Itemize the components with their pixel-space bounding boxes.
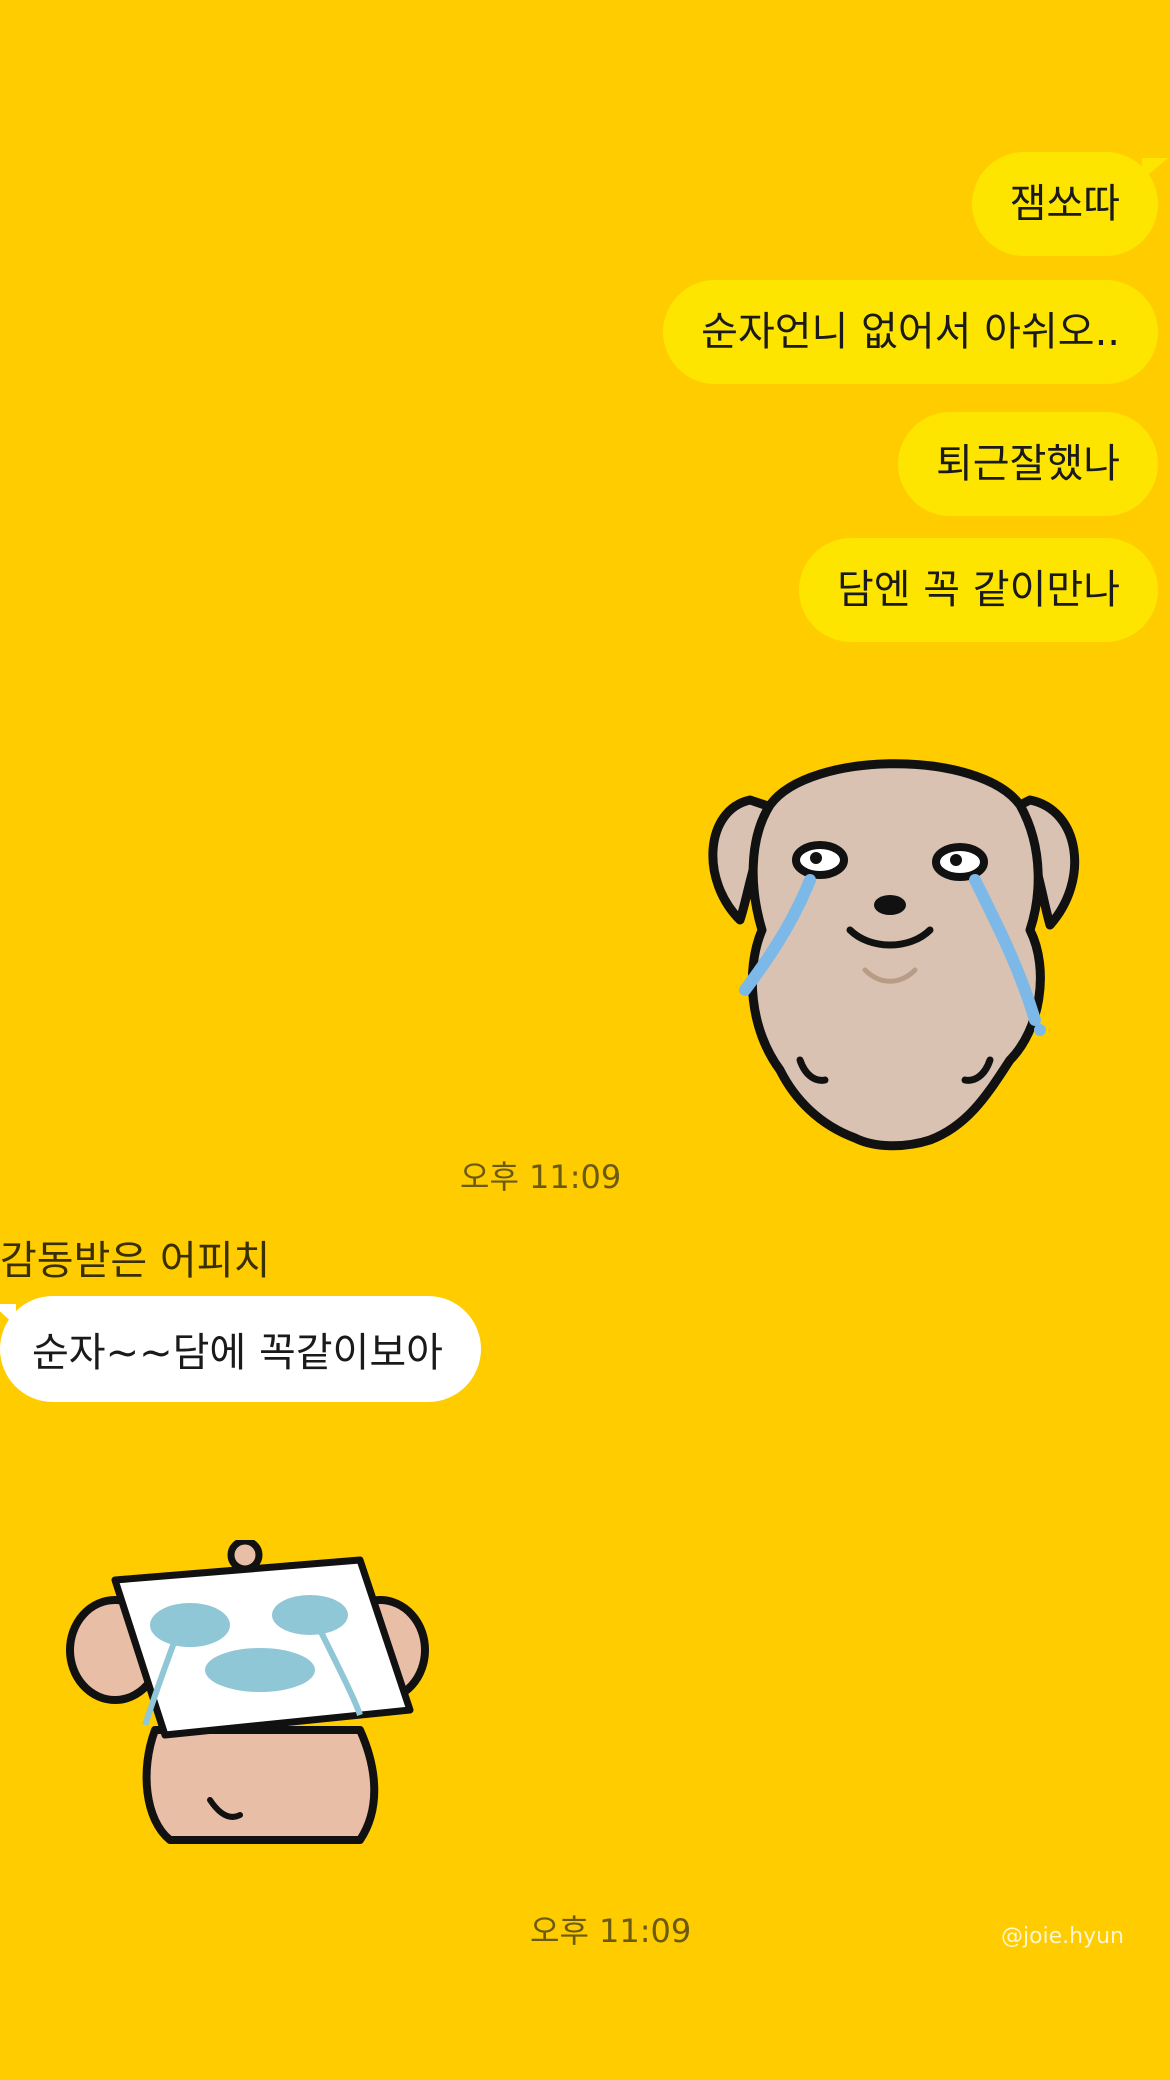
timestamp: 오후 11:09 — [460, 1158, 622, 1196]
chat-area: 잼쏘따 순자언니 없어서 아쉬오.. 퇴근잘했나 담엔 꼭 같이만나 오후 11… — [0, 0, 1170, 2080]
crying-puppy-sticker[interactable] — [690, 730, 1100, 1160]
puppy-with-paper-on-face-sticker[interactable] — [60, 1537, 440, 1850]
outgoing-message-bubble[interactable]: 순자언니 없어서 아쉬오.. — [663, 280, 1158, 384]
outgoing-message-bubble[interactable]: 담엔 꼭 같이만나 — [798, 538, 1158, 642]
message-text: 순자~~담에 꼭같이보아 — [32, 1330, 443, 1376]
message-text: 잼쏘따 — [1009, 181, 1120, 227]
message-text: 담엔 꼭 같이만나 — [836, 567, 1120, 613]
sender-name[interactable]: 감동받은 어피치 — [0, 1228, 270, 1286]
timestamp: 오후 11:09 — [530, 1912, 692, 1950]
incoming-message-bubble[interactable]: 순자~~담에 꼭같이보아 — [0, 1296, 481, 1402]
outgoing-message-bubble[interactable]: 퇴근잘했나 — [898, 412, 1158, 516]
outgoing-message-bubble[interactable]: 잼쏘따 — [971, 152, 1169, 256]
watermark: @joie.hyun — [1000, 1924, 1124, 1949]
message-text: 퇴근잘했나 — [936, 441, 1120, 487]
message-text: 순자언니 없어서 아쉬오.. — [701, 309, 1120, 355]
